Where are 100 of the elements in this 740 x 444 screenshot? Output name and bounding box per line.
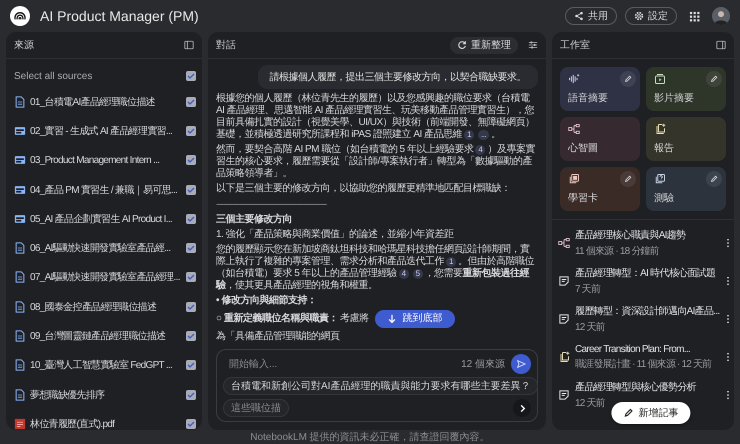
panel-toggle-icon[interactable]: [716, 40, 726, 50]
source-title[interactable]: 林位青履歷(直式).pdf: [30, 416, 182, 430]
add-note-button[interactable]: 新增記事: [611, 402, 690, 424]
checkbox[interactable]: [186, 71, 196, 81]
checkbox[interactable]: [186, 390, 196, 400]
more-options-icon[interactable]: [726, 238, 730, 248]
tile-label: 心智圖: [568, 142, 599, 155]
more-options-icon[interactable]: [726, 390, 730, 400]
note-title[interactable]: 產品經理轉型：AI 時代核心面試題: [575, 266, 716, 280]
pencil-icon: [710, 75, 718, 83]
citation-chip[interactable]: 1: [464, 130, 474, 140]
source-title[interactable]: 09_台灣圖靈鏈產品經理職位描述: [30, 329, 182, 344]
tune-icon[interactable]: [528, 40, 538, 50]
pencil-icon: [624, 175, 632, 183]
source-title[interactable]: 夢想職缺優先排序: [30, 388, 182, 402]
answer-text: 根據您的個人履歷（林位青先生的履歷）以及您感興趣的職位要求（台積電 AI 產品經理、思邁智能 AI 產品經理實習生、玩美移動產品管理實習生），您目前具備扎實的設計（視覺美學、UI/UX）與技術（前端開發、無障礙網頁）基礎，並積極透過研究所課程和 iPAS 證照建立 AI 產品思維 1 ... 。: [216, 93, 536, 141]
note-title[interactable]: 產品經理核心職責與AI趨勢: [575, 228, 686, 242]
citation-chip[interactable]: 1: [446, 257, 456, 267]
answer-text: 為「具備產品管理職能的網頁: [216, 331, 340, 343]
note-title[interactable]: 產品經理轉型與核心優勢分析: [575, 380, 696, 394]
answer-text: 您的履歷顯示您在新加坡商鈦坦科技和哈瑪星科技擔任網頁設計師期間，實際上執行了複雜的專案管理、需求分析和產品迭代工作 1 。但由於高階職位（如台積電）要求 5 年以上的產品管理經驗 4 5 ，您需要重新包裝過往經驗，使其更具產品經理的視角和權重。: [216, 244, 536, 292]
refresh-button[interactable]: 重新整理: [450, 36, 518, 54]
note-title[interactable]: 履歷轉型：資深設計師邁向AI產品...: [575, 304, 720, 318]
settings-button[interactable]: 設定: [625, 7, 677, 25]
document-icon: [14, 300, 26, 313]
checkbox[interactable]: [186, 126, 196, 136]
document-icon: [14, 242, 26, 254]
checkbox[interactable]: [186, 360, 196, 370]
checkbox[interactable]: [186, 418, 196, 429]
source-title[interactable]: 02_實習 - 生成式 AI 產品經理實習...: [30, 124, 182, 138]
edit-button[interactable]: [706, 71, 722, 87]
source-title[interactable]: 04_產品 PM 實習生 / 兼職｜易可思...: [30, 182, 182, 197]
avatar[interactable]: [712, 7, 730, 25]
mind-map-icon: [558, 237, 570, 249]
notebook-logo[interactable]: [10, 6, 30, 26]
studio-tile[interactable]: 心智圖: [560, 117, 640, 161]
panel-title: 工作室: [560, 38, 590, 52]
panel-toggle-icon[interactable]: [184, 40, 194, 50]
chat-input-box[interactable]: 開始輸入... 12 個來源 台積電和新創公司對AI產品經理的職責與能力要求有哪些主要差異？ 這些職位描: [216, 349, 538, 422]
checkbox[interactable]: [186, 214, 196, 224]
share-button[interactable]: 共用: [565, 7, 617, 25]
notebook-title: AI Product Manager (PM): [40, 8, 199, 24]
source-title[interactable]: 06_AI驅動快速開發實驗室產品經...: [30, 241, 182, 256]
source-title[interactable]: 03_Product Management Intern ...: [30, 154, 182, 166]
next-button[interactable]: [513, 399, 531, 417]
panel-title: 對話: [216, 38, 236, 52]
tile-label: 學習卡: [568, 192, 599, 205]
apps-grid-icon[interactable]: [689, 10, 700, 22]
source-title[interactable]: 01_台積電AI產品經理職位描述: [30, 94, 182, 109]
answer-text: 1. 強化「產品策略與商業價值」的論述，並縮小年資差距: [216, 229, 455, 241]
checkbox[interactable]: [186, 302, 196, 312]
checkbox[interactable]: [186, 272, 196, 282]
answer-heading: • 修改方向與細節支持：: [216, 295, 318, 307]
web-page-icon: [14, 154, 26, 166]
edit-button[interactable]: [620, 171, 636, 187]
answer-text: ○ 重新定義職位名稱與職責： 考慮將: [216, 313, 369, 325]
video-icon: [654, 73, 666, 85]
pencil-icon: [624, 75, 632, 83]
more-options-icon[interactable]: [726, 314, 730, 324]
more-options-icon[interactable]: [726, 352, 730, 362]
checkbox[interactable]: [186, 96, 196, 107]
source-title[interactable]: 08_國泰金控產品經理職位描述: [30, 300, 182, 314]
checkbox[interactable]: [186, 243, 196, 254]
note-meta: 12 天前: [575, 397, 605, 410]
note-meta: 7 天前: [575, 283, 600, 296]
note-icon: [558, 313, 570, 325]
citation-chip[interactable]: 4: [398, 269, 409, 279]
send-button[interactable]: [511, 354, 531, 374]
source-count: 12 個來源: [461, 358, 505, 371]
source-title[interactable]: 07_AI驅動快速開發實驗室產品經理...: [30, 270, 182, 284]
checkbox[interactable]: [186, 155, 196, 166]
settings-icon: [634, 11, 644, 21]
select-all-label: Select all sources: [14, 70, 94, 82]
studio-tile[interactable]: 測驗: [646, 167, 726, 211]
suggestion-chip[interactable]: 台積電和新創公司對AI產品經理的職責與能力要求有哪些主要差異？: [223, 377, 538, 395]
suggestion-chip[interactable]: 這些職位描: [223, 399, 289, 417]
studio-tile[interactable]: 學習卡: [560, 167, 640, 211]
source-title[interactable]: 10_臺灣人工智慧實驗室 FedGPT ...: [30, 358, 182, 372]
edit-button[interactable]: [620, 71, 636, 87]
panel-title: 來源: [14, 38, 34, 52]
refresh-icon: [457, 40, 467, 50]
studio-tile[interactable]: 影片摘要: [646, 67, 726, 111]
checkbox[interactable]: [186, 331, 196, 342]
pencil-icon: [710, 175, 718, 183]
studio-tile[interactable]: 語音摘要: [560, 67, 640, 111]
jump-to-bottom-button[interactable]: 跳到底部: [374, 310, 455, 328]
more-options-icon[interactable]: [726, 276, 730, 286]
checkbox[interactable]: [186, 184, 196, 195]
tile-label: 報告: [654, 142, 675, 155]
edit-button[interactable]: [706, 171, 722, 187]
source-title[interactable]: 05_AI 產品企劃實習生 AI Product I...: [30, 212, 182, 226]
citation-chip[interactable]: 4: [475, 145, 486, 155]
citation-chip[interactable]: ...: [478, 130, 490, 140]
document-icon: [14, 271, 26, 284]
studio-tile[interactable]: 報告: [646, 117, 726, 161]
citation-chip[interactable]: 5: [412, 269, 423, 279]
waveform-icon: [568, 73, 580, 85]
report-icon: [558, 351, 570, 363]
separator-line: ------------------------------------------------------------: [216, 199, 326, 211]
note-title[interactable]: Career Transition Plan: From...: [575, 344, 690, 354]
